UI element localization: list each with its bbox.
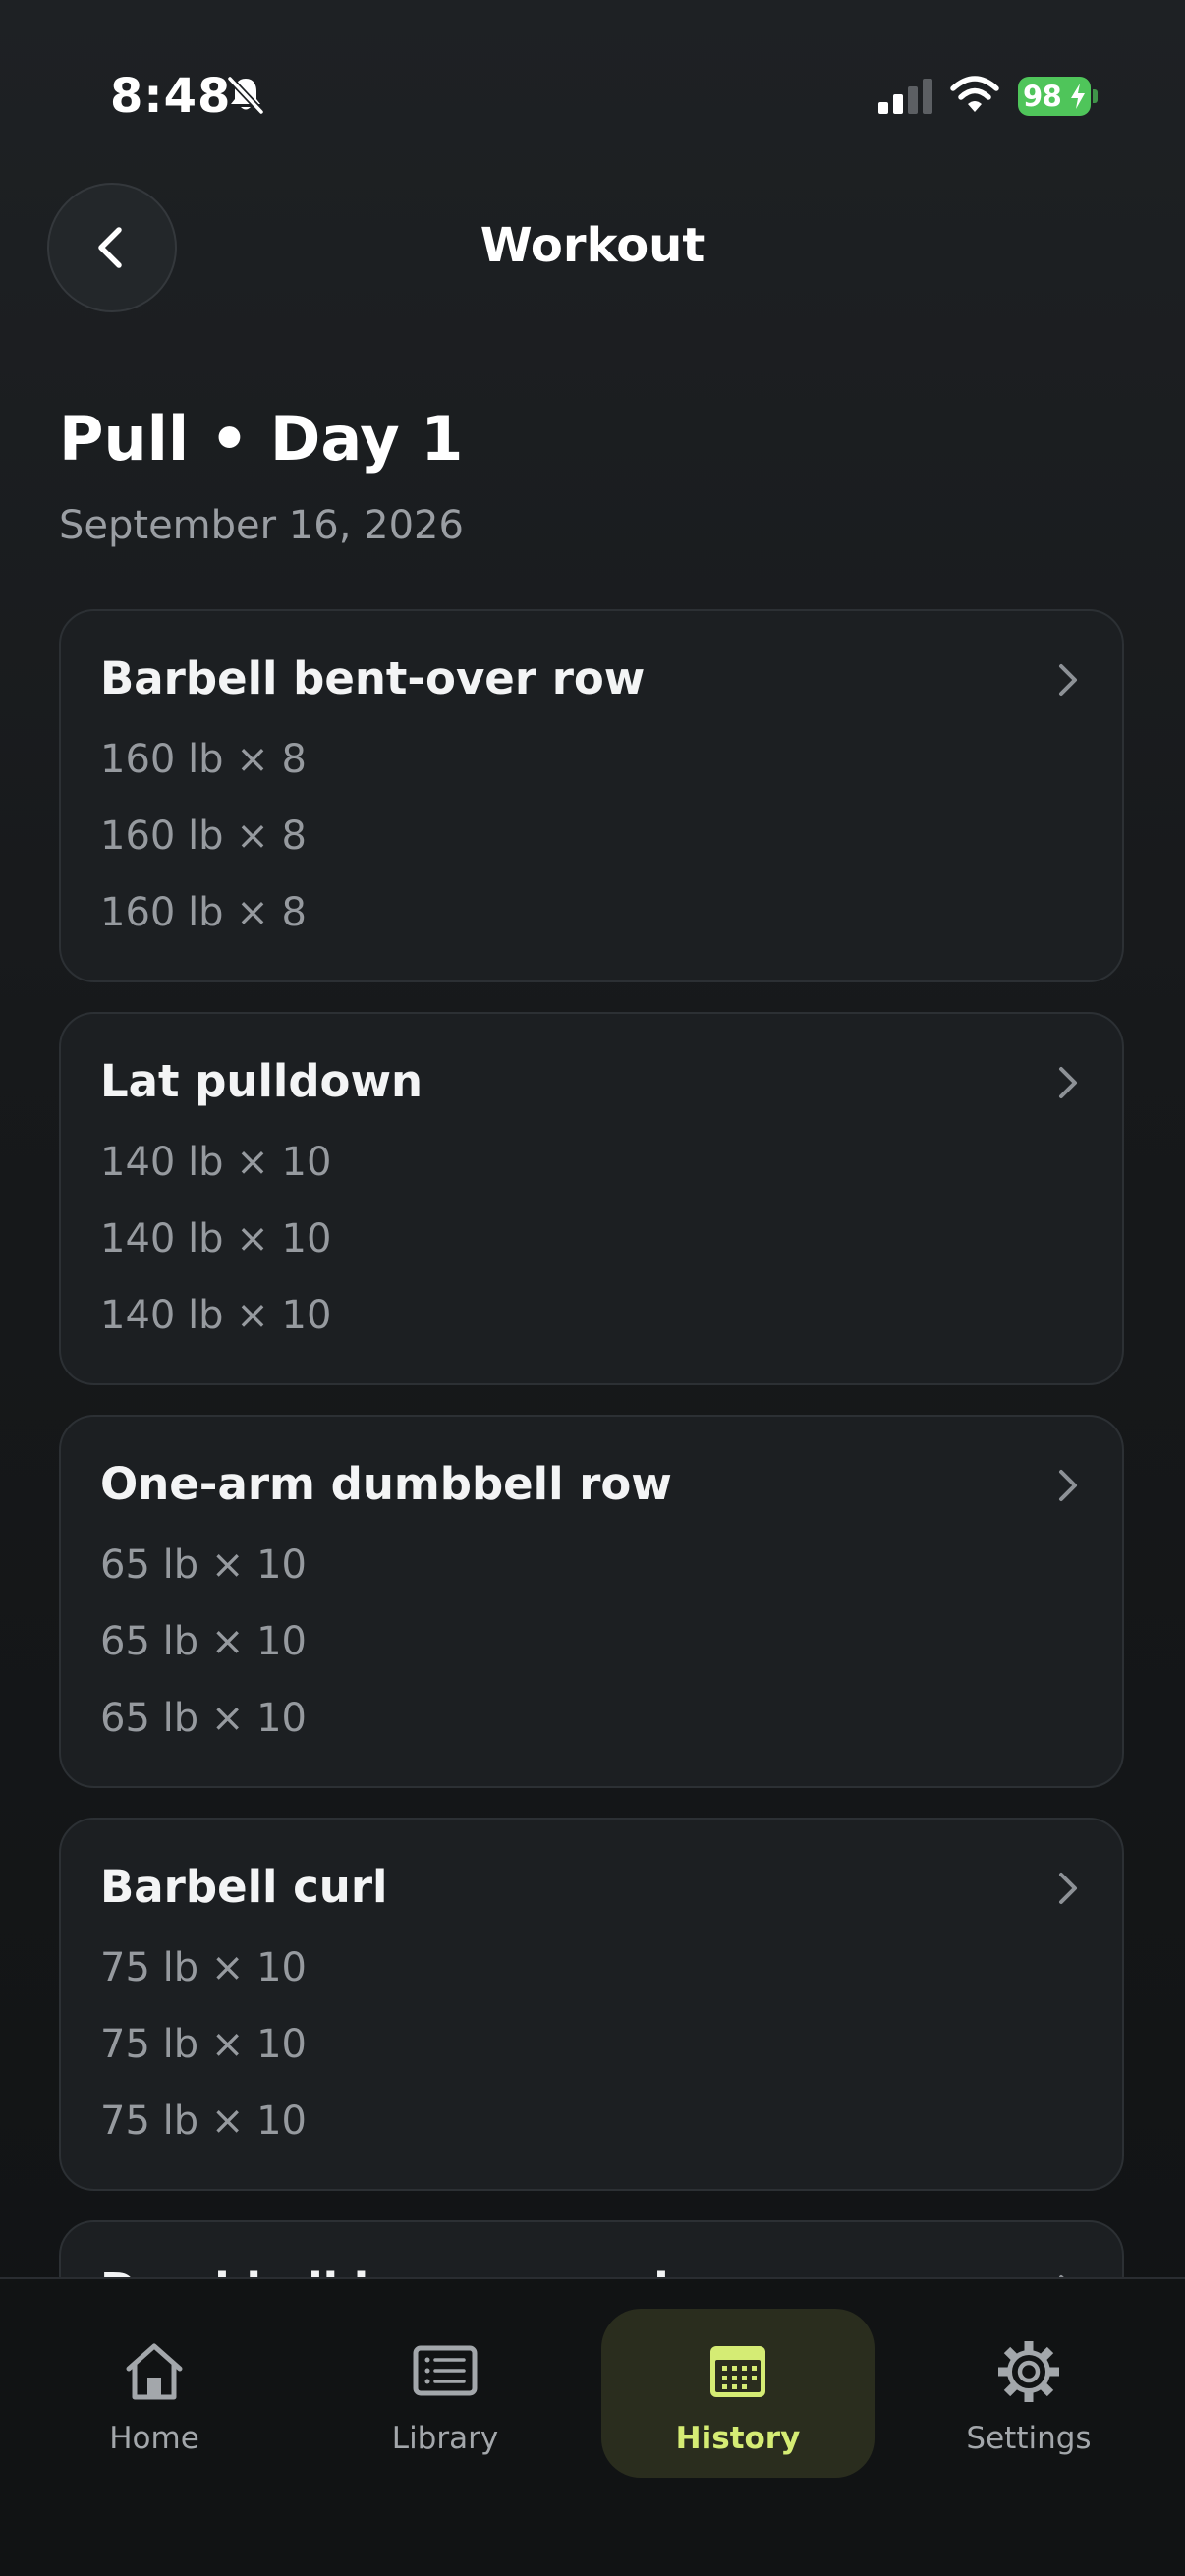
workout-title: Pull • Day 1 — [59, 403, 464, 475]
calendar-icon — [710, 2346, 765, 2397]
wifi-icon — [950, 76, 999, 112]
set-row: 65 lb × 10 — [100, 1619, 307, 1664]
set-row: 75 lb × 10 — [100, 2022, 307, 2067]
exercise-name: Barbell curl — [100, 1861, 388, 1913]
chevron-right-icon — [1059, 664, 1077, 696]
chevron-right-icon — [1059, 1470, 1077, 1501]
gear-icon — [998, 2341, 1059, 2402]
bottom-tab-bar: Home Library History Settings — [0, 2277, 1185, 2576]
set-row: 160 lb × 8 — [100, 813, 307, 859]
cellular-signal-icon — [878, 79, 932, 114]
set-row: 160 lb × 8 — [100, 737, 307, 782]
muted-bell-icon — [227, 76, 264, 115]
workout-screen: 8:48 98 Workout Pull • Day 1 September 1… — [0, 0, 1185, 2576]
tab-home[interactable]: Home — [56, 2309, 253, 2478]
exercise-name: One-arm dumbbell row — [100, 1458, 672, 1510]
status-bar: 8:48 98 — [0, 0, 1185, 196]
chevron-right-icon — [1059, 1873, 1077, 1904]
tab-settings[interactable]: Settings — [931, 2309, 1127, 2478]
status-time: 8:48 — [110, 69, 232, 124]
exercise-card[interactable]: Barbell curl 75 lb × 10 75 lb × 10 75 lb… — [59, 1818, 1124, 2191]
library-icon — [413, 2345, 478, 2396]
set-row: 75 lb × 10 — [100, 2099, 307, 2144]
workout-date: September 16, 2026 — [59, 503, 464, 548]
home-icon — [126, 2343, 183, 2400]
exercise-card[interactable]: Barbell bent-over row 160 lb × 8 160 lb … — [59, 609, 1124, 982]
charging-bolt-icon — [1071, 84, 1085, 109]
tab-library[interactable]: Library — [347, 2309, 543, 2478]
exercise-card[interactable]: Lat pulldown 140 lb × 10 140 lb × 10 140… — [59, 1012, 1124, 1385]
set-row: 65 lb × 10 — [100, 1696, 307, 1741]
battery-indicator: 98 — [1018, 77, 1098, 116]
set-row: 160 lb × 8 — [100, 890, 307, 935]
exercise-card[interactable]: One-arm dumbbell row 65 lb × 10 65 lb × … — [59, 1415, 1124, 1788]
exercise-name: Lat pulldown — [100, 1055, 423, 1107]
battery-percent: 98 — [1023, 80, 1062, 113]
tab-label: Settings — [966, 2421, 1092, 2456]
tab-label: Library — [391, 2421, 499, 2456]
chevron-right-icon — [1059, 1067, 1077, 1098]
tab-label: History — [675, 2421, 801, 2456]
set-row: 140 lb × 10 — [100, 1140, 332, 1185]
set-row: 140 lb × 10 — [100, 1293, 332, 1338]
tab-label: Home — [109, 2421, 199, 2456]
tab-history[interactable]: History — [601, 2309, 875, 2478]
page-title: Workout — [480, 218, 705, 273]
set-row: 65 lb × 10 — [100, 1542, 307, 1588]
set-row: 75 lb × 10 — [100, 1945, 307, 1990]
exercise-name: Barbell bent-over row — [100, 652, 646, 704]
set-row: 140 lb × 10 — [100, 1216, 332, 1261]
